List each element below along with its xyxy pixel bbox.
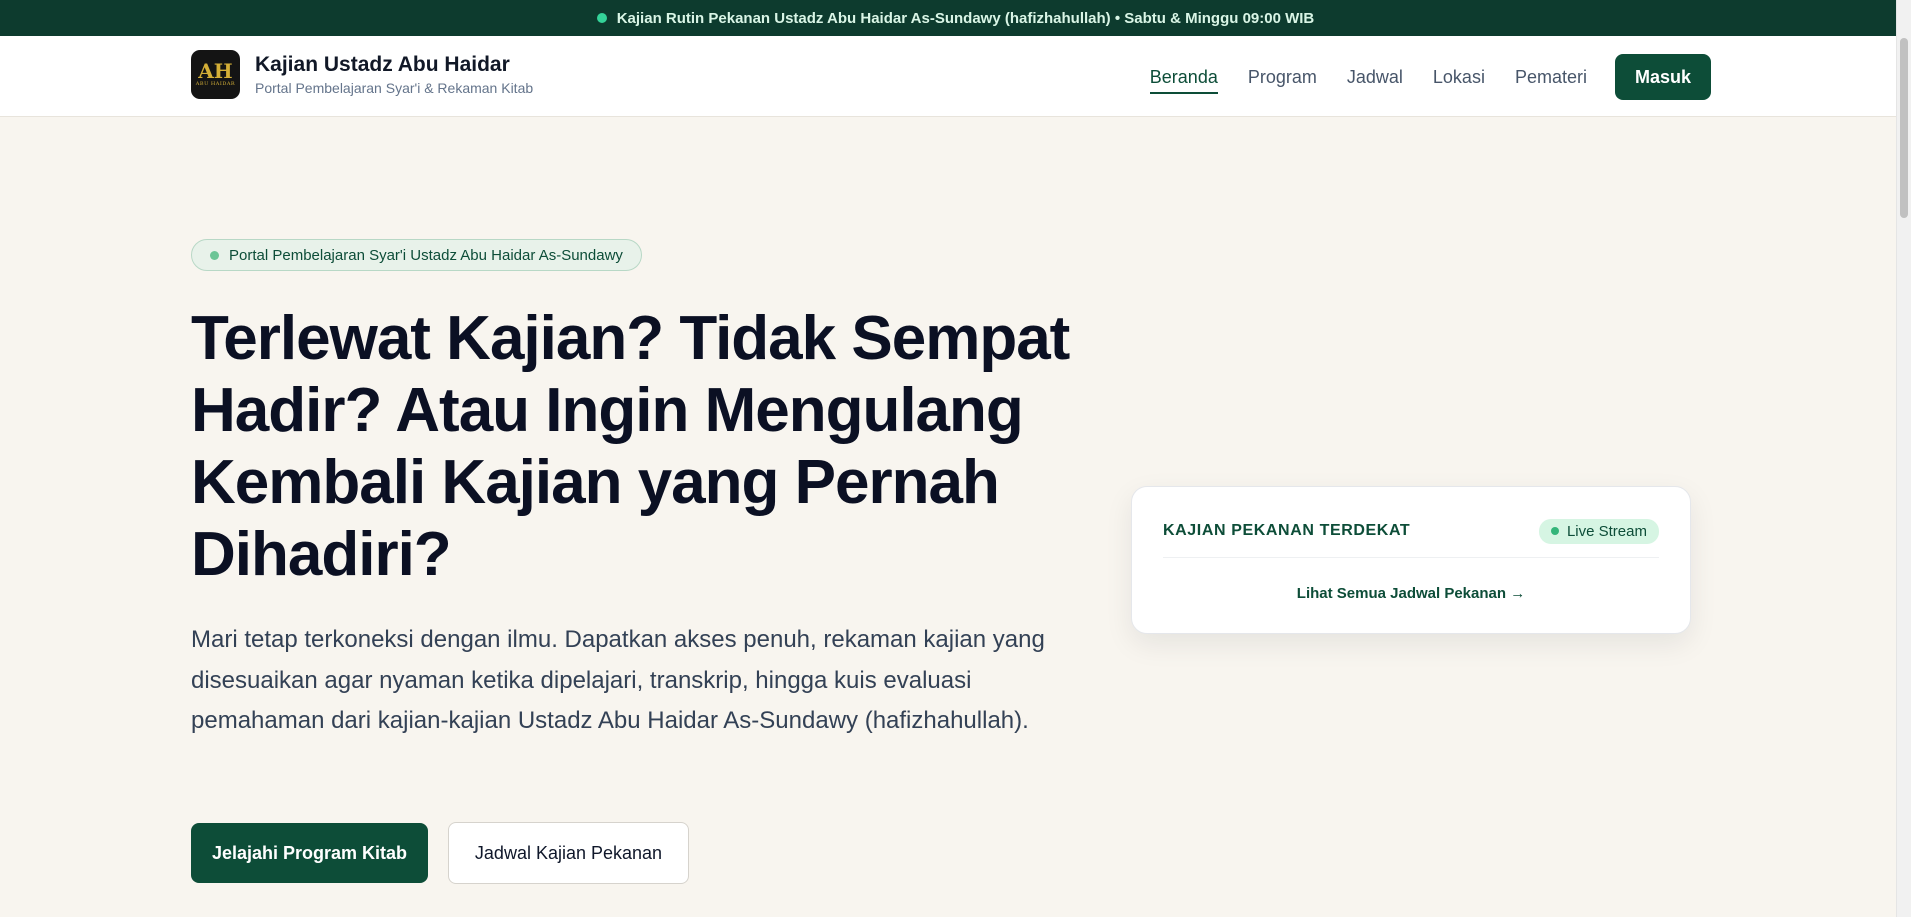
hero-title: Terlewat Kajian? Tidak Sempat Hadir? Ata… bbox=[191, 304, 1070, 589]
card-header: KAJIAN PEKANAN TERDEKAT Live Stream bbox=[1163, 517, 1659, 545]
logo-mark: AH bbox=[198, 59, 233, 83]
card-title: KAJIAN PEKANAN TERDEKAT bbox=[1163, 522, 1411, 539]
brand-subtitle: Portal Pembelajaran Syar'i & Rekaman Kit… bbox=[255, 79, 534, 96]
weekly-schedule-button[interactable]: Jadwal Kajian Pekanan bbox=[448, 822, 689, 884]
all-schedule-link[interactable]: Lihat Semua Jadwal Pekanan → bbox=[1132, 585, 1690, 602]
brand-title: Kajian Ustadz Abu Haidar bbox=[255, 52, 510, 76]
login-button[interactable]: Masuk bbox=[1614, 54, 1711, 100]
live-stream-badge: Live Stream bbox=[1538, 518, 1659, 544]
main-nav: Beranda Program Jadwal Lokasi Pemateri M… bbox=[1149, 54, 1711, 100]
nav-link-pemateri[interactable]: Pemateri bbox=[1515, 60, 1587, 94]
nearest-kajian-card: KAJIAN PEKANAN TERDEKAT Live Stream Liha… bbox=[1131, 486, 1691, 634]
navbar: AH ABU HAIDAR Kajian Ustadz Abu Haidar P… bbox=[0, 36, 1911, 117]
hero-description: Mari tetap terkoneksi dengan ilmu. Dapat… bbox=[191, 626, 1045, 734]
card-divider bbox=[1163, 557, 1659, 558]
brand-text: Kajian Ustadz Abu Haidar Portal Pembelaj… bbox=[255, 53, 533, 97]
explore-program-button[interactable]: Jelajahi Program Kitab bbox=[191, 823, 428, 883]
scrollbar-thumb[interactable] bbox=[1900, 38, 1908, 218]
nav-link-jadwal[interactable]: Jadwal bbox=[1347, 60, 1403, 94]
brand-logo-icon: AH ABU HAIDAR bbox=[191, 50, 240, 99]
badge-text: Live Stream bbox=[1566, 522, 1647, 540]
pill-dot-icon bbox=[210, 250, 219, 260]
announcement-bar: Kajian Rutin Pekanan Ustadz Abu Haidar A… bbox=[0, 0, 1911, 36]
page-scrollbar[interactable] bbox=[1896, 0, 1911, 917]
pill-text: Portal Pembelajaran Syar'i Ustadz Abu Ha… bbox=[229, 246, 623, 264]
nav-link-lokasi[interactable]: Lokasi bbox=[1433, 60, 1485, 94]
logo-sub: ABU HAIDAR bbox=[195, 81, 236, 87]
nav-link-beranda[interactable]: Beranda bbox=[1149, 60, 1218, 94]
page: Kajian Rutin Pekanan Ustadz Abu Haidar A… bbox=[0, 0, 1911, 917]
hero-pill: Portal Pembelajaran Syar'i Ustadz Abu Ha… bbox=[191, 239, 642, 271]
announcement-text: Kajian Rutin Pekanan Ustadz Abu Haidar A… bbox=[616, 9, 1315, 27]
nav-link-program[interactable]: Program bbox=[1248, 60, 1317, 94]
badge-dot-icon bbox=[1550, 527, 1559, 535]
live-dot-icon bbox=[596, 13, 607, 23]
brand-link[interactable]: AH ABU HAIDAR Kajian Ustadz Abu Haidar P… bbox=[191, 50, 533, 99]
